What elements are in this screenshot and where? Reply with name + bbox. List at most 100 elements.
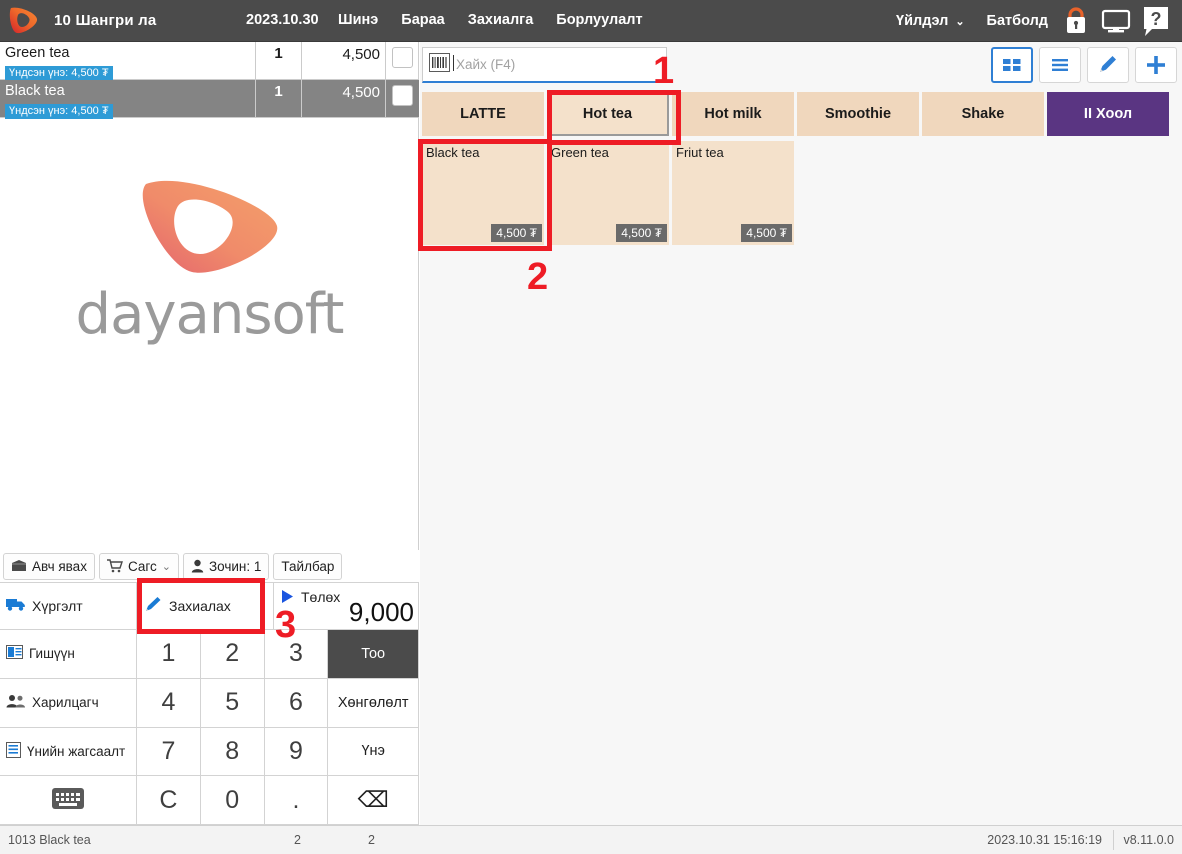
key-9[interactable]: 9 (264, 727, 329, 777)
takeaway-chip[interactable]: Авч явах (3, 552, 95, 580)
delivery-button[interactable]: Хүргэлт (0, 583, 137, 630)
delivery-label: Хүргэлт (32, 598, 83, 614)
product-price: 4,500 ₮ (616, 224, 667, 242)
key-4[interactable]: 4 (137, 678, 201, 728)
chevron-down-icon: ⌄ (161, 560, 171, 573)
menu-item-goods[interactable]: Бараа (401, 12, 444, 28)
dayansoft-wordmark: dayansoft (75, 282, 345, 347)
order-button[interactable]: Захиалах (137, 583, 274, 630)
chevron-down-icon: ⌄ (955, 15, 965, 28)
key-decimal[interactable]: . (264, 776, 329, 825)
order-item-checkbox[interactable] (392, 47, 413, 68)
order-item-name-cell: Black tea Үндсэн үнэ: 4,500 ₮ (0, 80, 256, 119)
product-name: Friut tea (676, 145, 724, 160)
order-item-name: Black tea (5, 83, 65, 99)
header-username: Батболд (986, 13, 1048, 29)
customers-label: Харилцагч (32, 695, 99, 711)
product-tile-friut-tea[interactable]: Friut tea 4,500 ₮ (672, 141, 794, 245)
pos-application-window: 10 Шангри ла 2023.10.30 Шинэ Бараа Захиа… (0, 0, 1182, 854)
search-input[interactable]: Хайх (F4) (422, 47, 667, 83)
key-price[interactable]: Үнэ (328, 727, 419, 777)
tab-smoothie[interactable]: Smoothie (797, 92, 919, 136)
table-row[interactable]: Black tea Үндсэн үнэ: 4,500 ₮ 1 4,500 (0, 80, 419, 119)
key-2[interactable]: 2 (200, 630, 265, 679)
tab-hot-milk[interactable]: Hot milk (672, 92, 794, 136)
lock-icon[interactable] (1056, 0, 1096, 42)
svg-text:?: ? (1151, 9, 1162, 29)
cart-label: Сагс (127, 558, 157, 574)
pricelist-label: Үнийн жагсаалт (27, 743, 126, 759)
order-item-name: Green tea (5, 45, 70, 61)
key-quantity[interactable]: Тоо (328, 630, 419, 679)
category-tabs: LATTE Hot tea Hot milk Smoothie Shake II… (422, 92, 1180, 137)
grid-view-icon[interactable] (991, 47, 1033, 83)
tab-latte[interactable]: LATTE (422, 92, 544, 136)
order-item-checkbox-cell[interactable] (386, 80, 419, 117)
numeric-keypad: Гишүүн Харилцагч Үнийн жагсаалт 1 2 3 То… (0, 630, 419, 825)
menu-item-orders[interactable]: Захиалга (468, 12, 534, 28)
key-clear[interactable]: C (137, 776, 201, 825)
header-menu: Шинэ Бараа Захиалга Борлуулалт (338, 12, 643, 28)
menu-item-new[interactable]: Шинэ (338, 12, 378, 28)
dayansoft-logo-mark-icon (142, 180, 277, 273)
plus-add-icon[interactable] (1135, 47, 1177, 83)
app-header: 10 Шангри ла 2023.10.30 Шинэ Бараа Захиа… (0, 0, 1182, 42)
guests-label: Зочин: 1 (208, 558, 262, 574)
key-0[interactable]: 0 (200, 776, 265, 825)
dayansoft-watermark: dayansoft (0, 162, 419, 347)
key-8[interactable]: 8 (200, 727, 265, 777)
product-price: 4,500 ₮ (741, 224, 792, 242)
keyboard-icon (52, 788, 84, 812)
order-item-base-price: Үндсэн үнэ: 4,500 ₮ (5, 104, 113, 119)
key-7[interactable]: 7 (137, 727, 201, 777)
status-item-label: 1013 Black tea (8, 833, 91, 847)
product-tile-black-tea[interactable]: Black tea 4,500 ₮ (422, 141, 544, 245)
person-icon (191, 559, 204, 573)
tab-ii-hool[interactable]: II Хоол (1047, 92, 1169, 136)
keyboard-button[interactable] (0, 776, 137, 825)
order-item-price: 4,500 (302, 42, 386, 79)
annotation-number-1: 1 (653, 50, 675, 92)
barcode-icon (429, 52, 450, 77)
key-backspace[interactable]: ⌫ (328, 776, 419, 825)
cart-chip[interactable]: Сагс ⌄ (98, 552, 179, 580)
tab-shake[interactable]: Shake (922, 92, 1044, 136)
table-row[interactable]: Green tea Үндсэн үнэ: 4,500 ₮ 1 4,500 (0, 42, 419, 81)
pay-label: Төлөх (301, 589, 341, 605)
order-item-checkbox[interactable] (392, 85, 413, 106)
order-items-list: Green tea Үндсэн үнэ: 4,500 ₮ 1 4,500 Bl… (0, 42, 419, 119)
product-tile-green-tea[interactable]: Green tea 4,500 ₮ (547, 141, 669, 245)
order-actions-row: Хүргэлт Захиалах Төлөх 9,000 (0, 582, 419, 630)
takeaway-label: Авч явах (32, 558, 87, 574)
truck-icon (6, 597, 26, 615)
header-right-group: Үйлдэл ⌄ Батболд ? (896, 0, 1176, 42)
note-chip[interactable]: Тайлбар (273, 552, 343, 580)
order-panel: Green tea Үндсэн үнэ: 4,500 ₮ 1 4,500 Bl… (0, 42, 419, 825)
product-name: Green tea (551, 145, 609, 160)
key-6[interactable]: 6 (264, 678, 329, 728)
header-action-dropdown[interactable]: Үйлдэл ⌄ (896, 13, 964, 29)
customers-button[interactable]: Харилцагч (0, 678, 137, 728)
menu-item-sales[interactable]: Борлуулалт (556, 12, 642, 28)
keypad-side-buttons: Гишүүн Харилцагч Үнийн жагсаалт (0, 630, 137, 825)
view-toolbar (991, 47, 1177, 83)
store-title: 10 Шангри ла (54, 12, 157, 29)
key-1[interactable]: 1 (137, 630, 201, 679)
key-discount[interactable]: Хөнгөлөлт (328, 678, 419, 728)
product-browser-panel: Хайх (F4) LATTE Hot tea Hot milk Smoothi… (420, 42, 1182, 825)
order-item-qty: 1 (256, 80, 302, 117)
pricelist-button[interactable]: Үнийн жагсаалт (0, 727, 137, 777)
order-item-checkbox-cell[interactable] (386, 42, 419, 79)
header-action-label: Үйлдэл (896, 13, 949, 29)
status-divider (1113, 830, 1114, 850)
search-toolbar: Хайх (F4) (420, 47, 1182, 87)
edit-pencil-icon[interactable] (1087, 47, 1129, 83)
monitor-icon[interactable] (1096, 0, 1136, 42)
list-view-icon[interactable] (1039, 47, 1081, 83)
help-icon[interactable]: ? (1136, 0, 1176, 42)
member-button[interactable]: Гишүүн (0, 630, 137, 679)
tab-hot-tea[interactable]: Hot tea (547, 92, 669, 136)
guests-chip[interactable]: Зочин: 1 (182, 552, 270, 580)
key-5[interactable]: 5 (200, 678, 265, 728)
status-timestamp: 2023.10.31 15:16:19 (987, 833, 1102, 847)
